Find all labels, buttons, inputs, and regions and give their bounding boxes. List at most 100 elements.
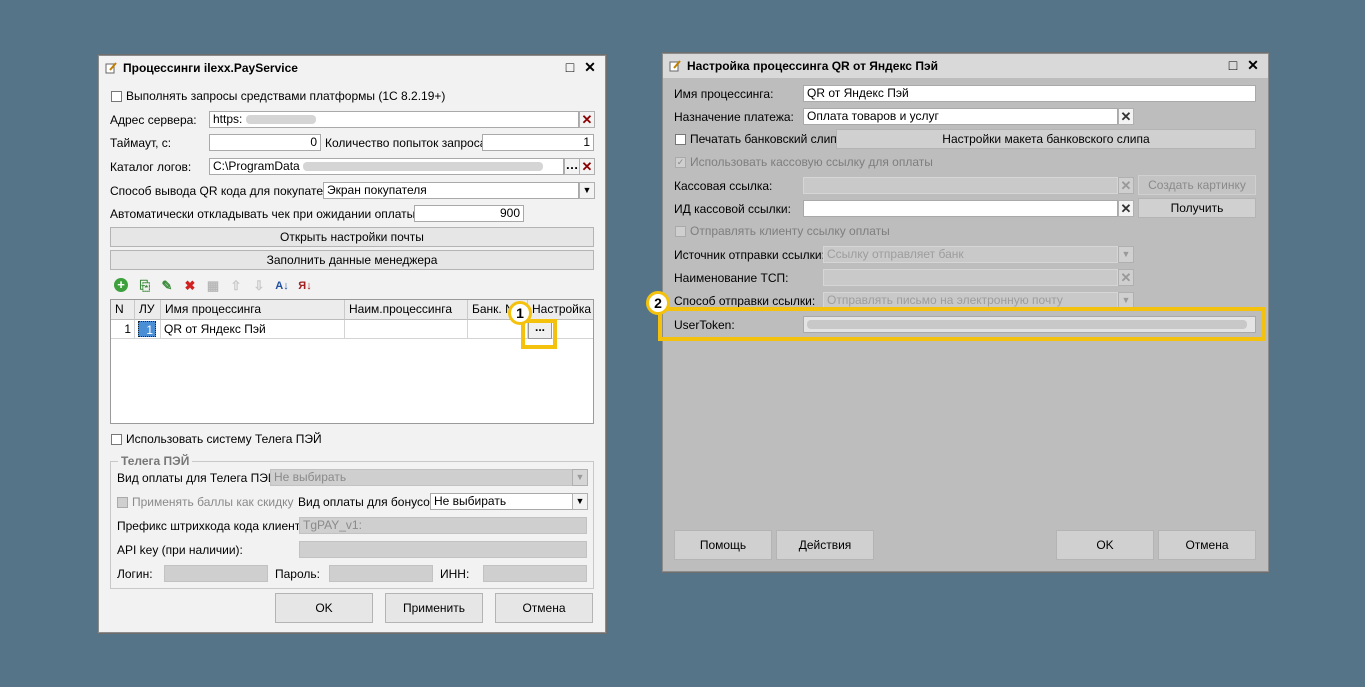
cancel-button[interactable]: Отмена bbox=[1158, 530, 1256, 560]
save-icon[interactable]: ▦ bbox=[205, 278, 221, 294]
server-label: Адрес сервера: bbox=[110, 113, 197, 127]
clear-server-icon[interactable]: ✕ bbox=[579, 111, 595, 128]
clear-purpose-icon[interactable]: ✕ bbox=[1118, 108, 1134, 125]
edit-icon[interactable]: ✎ bbox=[159, 278, 175, 294]
clear-logs-icon[interactable]: ✕ bbox=[579, 158, 595, 175]
clear-tsp-name-icon[interactable]: ✕ bbox=[1118, 269, 1134, 286]
cash-link-input[interactable] bbox=[803, 177, 1118, 194]
payment-purpose-label: Назначение платежа: bbox=[674, 110, 794, 124]
retries-label: Количество попыток запроса: bbox=[325, 136, 490, 150]
ok-button[interactable]: OK bbox=[1056, 530, 1154, 560]
move-down-icon[interactable]: ⇩ bbox=[251, 278, 267, 294]
telega-checkbox[interactable] bbox=[111, 434, 122, 445]
telega-pay-type-select[interactable]: Не выбирать bbox=[270, 469, 573, 486]
password-input[interactable] bbox=[329, 565, 433, 582]
chevron-down-icon[interactable]: ▼ bbox=[1118, 246, 1134, 263]
col-header-n[interactable]: N bbox=[111, 300, 135, 320]
send-method-label: Способ отправки ссылки: bbox=[674, 294, 816, 308]
cash-link-id-label: ИД кассовой ссылки: bbox=[674, 202, 791, 216]
sort-desc-icon[interactable]: Я↓ bbox=[297, 278, 313, 294]
settings-button-highlight bbox=[521, 319, 557, 349]
qr-mode-label: Способ вывода QR кода для покупателя: bbox=[110, 184, 340, 198]
sort-asc-icon[interactable]: A↓ bbox=[274, 278, 290, 294]
col-header-lu[interactable]: ЛУ bbox=[135, 300, 161, 320]
window-title: Процессинги ilexx.PayService bbox=[123, 61, 298, 75]
telega-pay-type-label: Вид оплаты для Телега ПЭЙ: bbox=[117, 471, 280, 485]
maximize-icon[interactable]: □ bbox=[1226, 58, 1240, 72]
bonus-checkbox[interactable] bbox=[117, 497, 128, 508]
send-link-checkbox[interactable] bbox=[675, 226, 686, 237]
apply-button[interactable]: Применить bbox=[385, 593, 483, 623]
bonus-pay-type-select[interactable]: Не выбирать bbox=[430, 493, 573, 510]
chevron-down-icon[interactable]: ▼ bbox=[579, 182, 595, 199]
logs-select-button[interactable]: … bbox=[564, 158, 580, 175]
title-bar: Процессинги ilexx.PayService □ ✕ bbox=[99, 56, 605, 80]
processing-name-label: Имя процессинга: bbox=[674, 87, 774, 101]
add-icon[interactable]: + bbox=[114, 278, 128, 292]
col-header-short-name[interactable]: Наим.процессинга bbox=[345, 300, 468, 320]
telega-checkbox-label: Использовать систему Телега ПЭЙ bbox=[126, 432, 322, 446]
inn-label: ИНН: bbox=[440, 567, 470, 581]
ok-button[interactable]: OK bbox=[275, 593, 373, 623]
chevron-down-icon[interactable]: ▼ bbox=[572, 493, 588, 510]
bonus-pay-type-label: Вид оплаты для бонусов: bbox=[298, 495, 440, 509]
open-mail-settings-button[interactable]: Открыть настройки почты bbox=[110, 227, 594, 247]
cancel-button[interactable]: Отмена bbox=[495, 593, 593, 623]
close-icon[interactable]: ✕ bbox=[1246, 58, 1260, 72]
api-key-label: API key (при наличии): bbox=[117, 543, 243, 557]
payment-purpose-input[interactable]: Оплата товаров и услуг bbox=[803, 108, 1118, 125]
callout-badge-2: 2 bbox=[646, 291, 670, 315]
timeout-input[interactable]: 0 bbox=[209, 134, 321, 151]
retries-input[interactable]: 1 bbox=[482, 134, 594, 151]
slip-layout-button[interactable]: Настройки макета банковского слипа bbox=[836, 129, 1256, 149]
processing-name-input[interactable]: QR от Яндекс Пэй bbox=[803, 85, 1256, 102]
use-cash-link-label: Использовать кассовую ссылку для оплаты bbox=[690, 155, 933, 169]
col-header-settings[interactable]: Настройка bbox=[528, 300, 593, 320]
tsp-name-label: Наименование ТСП: bbox=[674, 271, 789, 285]
qr-mode-select[interactable]: Экран покупателя bbox=[323, 182, 579, 199]
postpone-label: Автоматически откладывать чек при ожидан… bbox=[110, 207, 435, 221]
window-title: Настройка процессинга QR от Яндекс Пэй bbox=[687, 59, 938, 73]
telega-group-title: Телега ПЭЙ bbox=[118, 454, 193, 468]
tsp-name-input[interactable] bbox=[823, 269, 1118, 286]
link-source-select[interactable]: Ссылку отправляет банк bbox=[823, 246, 1118, 263]
print-slip-checkbox[interactable] bbox=[675, 134, 686, 145]
link-source-label: Источник отправки ссылки: bbox=[674, 248, 825, 262]
platform-checkbox[interactable] bbox=[111, 91, 122, 102]
clear-cash-link-id-icon[interactable]: ✕ bbox=[1118, 200, 1134, 217]
help-button[interactable]: Помощь bbox=[674, 530, 772, 560]
get-button[interactable]: Получить bbox=[1138, 198, 1256, 218]
clear-cash-link-icon[interactable]: ✕ bbox=[1118, 177, 1134, 194]
cash-link-id-input[interactable] bbox=[803, 200, 1118, 217]
postpone-input[interactable]: 900 bbox=[414, 205, 524, 222]
use-cash-link-checkbox[interactable]: ✓ bbox=[675, 157, 686, 168]
bonus-checkbox-label: Применять баллы как скидку bbox=[132, 495, 294, 509]
title-bar: Настройка процессинга QR от Яндекс Пэй □… bbox=[663, 54, 1268, 78]
login-label: Логин: bbox=[117, 567, 153, 581]
edit-doc-icon bbox=[105, 62, 117, 74]
copy-icon[interactable]: ⎘ bbox=[137, 278, 153, 294]
maximize-icon[interactable]: □ bbox=[563, 60, 577, 74]
server-input[interactable]: https: bbox=[209, 111, 579, 128]
inn-input[interactable] bbox=[483, 565, 587, 582]
logs-label: Каталог логов: bbox=[110, 160, 192, 174]
barcode-prefix-input[interactable]: TgPAY_v1: bbox=[299, 517, 587, 534]
platform-checkbox-label: Выполнять запросы средствами платформы (… bbox=[126, 89, 446, 103]
barcode-prefix-label: Префикс штрихкода кода клиента: bbox=[117, 519, 311, 533]
chevron-down-icon[interactable]: ▼ bbox=[572, 469, 588, 486]
timeout-label: Таймаут, с: bbox=[110, 136, 172, 150]
login-input[interactable] bbox=[164, 565, 268, 582]
move-up-icon[interactable]: ⇧ bbox=[228, 278, 244, 294]
print-slip-label: Печатать банковский слип bbox=[690, 132, 837, 146]
close-icon[interactable]: ✕ bbox=[583, 60, 597, 74]
cash-link-label: Кассовая ссылка: bbox=[674, 179, 773, 193]
user-token-highlight bbox=[658, 307, 1265, 341]
api-key-input[interactable] bbox=[299, 541, 587, 558]
fill-manager-data-button[interactable]: Заполнить данные менеджера bbox=[110, 250, 594, 270]
actions-button[interactable]: Действия bbox=[776, 530, 874, 560]
create-qr-button[interactable]: Создать картинку QR bbox=[1138, 175, 1256, 210]
logs-input[interactable]: C:\ProgramData bbox=[209, 158, 564, 175]
delete-icon[interactable]: ✖ bbox=[182, 278, 198, 294]
edit-doc-icon bbox=[669, 60, 681, 72]
col-header-name[interactable]: Имя процессинга bbox=[161, 300, 345, 320]
